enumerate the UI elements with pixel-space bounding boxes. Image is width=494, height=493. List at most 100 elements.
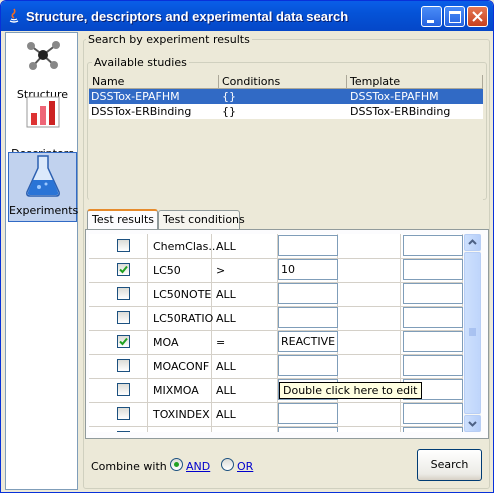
scroll-down-button[interactable] bbox=[464, 415, 481, 432]
table-row[interactable]: TOXINDEX ALL bbox=[89, 402, 463, 427]
result-value2-field[interactable] bbox=[403, 355, 463, 376]
studies-table: Name Conditions Template DSSTox-EPAFHM {… bbox=[89, 75, 483, 225]
table-row[interactable]: LC50NOTE ALL bbox=[89, 282, 463, 307]
table-row[interactable]: DSSTox-ERBinding {} DSSTox-ERBinding bbox=[89, 104, 483, 119]
result-value2-field[interactable] bbox=[403, 427, 463, 432]
study-name: DSSTox-ERBinding bbox=[91, 105, 192, 118]
result-operator[interactable]: ALL bbox=[216, 384, 236, 397]
result-value-field[interactable] bbox=[278, 403, 338, 424]
result-value-field[interactable] bbox=[278, 355, 338, 376]
result-name: LC50 bbox=[153, 264, 181, 277]
grid-cell bbox=[338, 426, 401, 432]
results-grid: ChemClas... ALL LC50 >10 LC50NOTE ALL LC50RATI… bbox=[89, 234, 463, 432]
row-checkbox[interactable] bbox=[117, 383, 130, 396]
group-title: Search by experiment results bbox=[86, 33, 252, 46]
result-value2-field[interactable] bbox=[403, 331, 463, 352]
result-operator[interactable]: ALL bbox=[216, 240, 236, 253]
main-panel: Search by experiment results Available s… bbox=[83, 32, 490, 490]
scroll-up-button[interactable] bbox=[464, 234, 481, 251]
table-row[interactable]: ChemClas... ALL bbox=[89, 234, 463, 259]
radio-or[interactable] bbox=[221, 458, 234, 471]
result-value-field[interactable] bbox=[278, 235, 338, 256]
result-name: ChemClas... bbox=[153, 240, 219, 253]
row-checkbox[interactable] bbox=[117, 359, 130, 372]
chevron-up-icon bbox=[468, 239, 477, 245]
result-name: MOACONF bbox=[153, 360, 210, 373]
result-value2-field[interactable] bbox=[403, 235, 463, 256]
radio-and[interactable] bbox=[170, 458, 183, 471]
tab-panel-test-results: ChemClas... ALL LC50 >10 LC50NOTE ALL LC50RATI… bbox=[85, 229, 489, 439]
result-value-field[interactable] bbox=[278, 307, 338, 328]
radio-and-label[interactable]: AND bbox=[186, 460, 210, 473]
sidebar-item-label: Experiments bbox=[9, 204, 79, 217]
checkmark-icon bbox=[119, 265, 128, 274]
scroll-thumb[interactable] bbox=[464, 252, 481, 414]
result-name: LC50NOTE bbox=[153, 288, 212, 301]
result-operator[interactable]: ALL bbox=[216, 408, 236, 421]
minimize-icon bbox=[427, 20, 434, 23]
grid-cell bbox=[338, 258, 401, 282]
radio-or-label[interactable]: OR bbox=[237, 460, 253, 473]
result-operator[interactable]: ALL bbox=[216, 288, 236, 301]
vertical-scrollbar[interactable] bbox=[464, 234, 481, 432]
row-checkbox[interactable] bbox=[117, 335, 130, 348]
row-checkbox[interactable] bbox=[117, 407, 130, 420]
table-row[interactable]: MOACONF ALL bbox=[89, 354, 463, 379]
table-row[interactable]: LC50 >10 bbox=[89, 258, 463, 283]
table-row[interactable]: MOA = REACTIVE bbox=[89, 330, 463, 355]
window-title: Structure, descriptors and experimental … bbox=[26, 9, 349, 24]
table-row[interactable]: FATSALL bbox=[89, 426, 463, 432]
flask-icon bbox=[26, 155, 60, 197]
row-checkbox[interactable] bbox=[117, 287, 130, 300]
table-row[interactable]: LC50RATIO ALL bbox=[89, 306, 463, 331]
result-operator[interactable]: ALL bbox=[216, 312, 236, 325]
main-window: Structure, descriptors and experimental … bbox=[0, 0, 494, 493]
result-value-field[interactable]: 10 bbox=[278, 259, 338, 280]
result-operator[interactable]: > bbox=[216, 264, 225, 277]
result-operator[interactable]: = bbox=[216, 336, 225, 349]
java-icon bbox=[9, 8, 19, 23]
title-bar[interactable]: Structure, descriptors and experimental … bbox=[1, 1, 493, 31]
row-checkbox[interactable] bbox=[117, 431, 130, 432]
grid-cell bbox=[338, 234, 401, 258]
grid-cell bbox=[338, 282, 401, 306]
results-tabs: Test results Test conditions ChemClas...… bbox=[85, 209, 489, 439]
table-row[interactable]: DSSTox-EPAFHM {} DSSTox-EPAFHM bbox=[89, 89, 483, 104]
grid-cell bbox=[338, 306, 401, 330]
column-header-template[interactable]: Template bbox=[347, 75, 483, 89]
chevron-down-icon bbox=[468, 421, 477, 427]
result-value2-field[interactable] bbox=[403, 403, 463, 424]
minimize-button[interactable] bbox=[421, 6, 442, 27]
result-value-field[interactable]: REACTIVE bbox=[278, 331, 338, 352]
grid-cell bbox=[338, 402, 401, 426]
result-name: TOXINDEX bbox=[153, 408, 210, 421]
sidebar-item-experiments[interactable]: Experiments bbox=[8, 152, 79, 222]
result-value-field[interactable] bbox=[278, 427, 338, 432]
grid-cell bbox=[338, 354, 401, 378]
maximize-icon bbox=[449, 11, 461, 23]
result-value2-field[interactable] bbox=[403, 307, 463, 328]
result-value-field[interactable] bbox=[278, 283, 338, 304]
close-icon bbox=[472, 11, 483, 22]
study-template: DSSTox-ERBinding bbox=[350, 105, 451, 118]
result-name: MIXMOA bbox=[153, 384, 199, 397]
bar-chart-icon bbox=[26, 96, 60, 128]
result-value2-field[interactable] bbox=[403, 283, 463, 304]
row-checkbox[interactable] bbox=[117, 311, 130, 324]
tab-test-results[interactable]: Test results bbox=[87, 209, 158, 230]
search-button[interactable]: Search bbox=[417, 449, 482, 481]
result-name: LC50RATIO bbox=[153, 312, 214, 325]
study-conditions: {} bbox=[222, 90, 236, 103]
column-header-conditions[interactable]: Conditions bbox=[219, 75, 347, 89]
result-value2-field[interactable] bbox=[403, 259, 463, 280]
maximize-button[interactable] bbox=[444, 6, 465, 27]
molecule-icon bbox=[27, 41, 60, 70]
column-header-name[interactable]: Name bbox=[89, 75, 219, 89]
study-template: DSSTox-EPAFHM bbox=[350, 90, 439, 103]
edit-tooltip: Double click here to edit bbox=[279, 382, 422, 399]
row-checkbox[interactable] bbox=[117, 239, 130, 252]
tab-test-conditions[interactable]: Test conditions bbox=[158, 210, 245, 229]
row-checkbox[interactable] bbox=[117, 263, 130, 276]
result-operator[interactable]: ALL bbox=[216, 360, 236, 373]
close-button[interactable] bbox=[467, 6, 488, 27]
